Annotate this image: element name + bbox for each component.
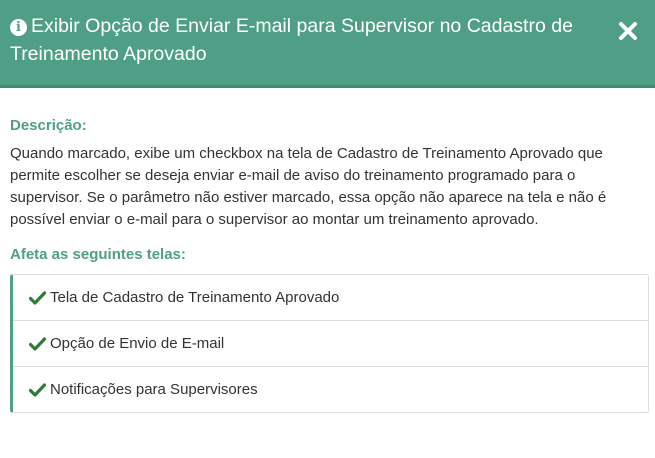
close-button[interactable] xyxy=(615,18,641,44)
modal-title-text: Exibir Opção de Enviar E-mail para Super… xyxy=(10,15,573,65)
affected-screens-label: Afeta as seguintes telas: xyxy=(10,246,186,263)
info-circle-icon: i xyxy=(10,19,27,36)
parameter-info-modal: i Exibir Opção de Enviar E-mail para Supe… xyxy=(0,0,655,458)
description-label: Descrição: xyxy=(10,117,87,134)
close-icon xyxy=(619,22,637,40)
check-icon xyxy=(29,290,46,305)
list-item: Tela de Cadastro de Treinamento Aprovado xyxy=(13,275,648,321)
list-item: Opção de Envio de E-mail xyxy=(13,321,648,367)
affected-screens-list: Tela de Cadastro de Treinamento Aprovado… xyxy=(10,274,649,413)
list-item-label: Notificações para Supervisores xyxy=(50,381,258,398)
check-icon xyxy=(29,382,46,397)
modal-body: Descrição: Quando marcado, exibe um chec… xyxy=(0,88,655,413)
list-item: Notificações para Supervisores xyxy=(13,367,648,412)
modal-header: i Exibir Opção de Enviar E-mail para Supe… xyxy=(0,0,655,88)
list-item-label: Opção de Envio de E-mail xyxy=(50,335,225,352)
description-text: Quando marcado, exibe um checkbox na tel… xyxy=(10,145,607,228)
list-item-label: Tela de Cadastro de Treinamento Aprovado xyxy=(50,289,340,306)
check-icon xyxy=(29,336,46,351)
modal-title: i Exibir Opção de Enviar E-mail para Supe… xyxy=(10,12,595,68)
